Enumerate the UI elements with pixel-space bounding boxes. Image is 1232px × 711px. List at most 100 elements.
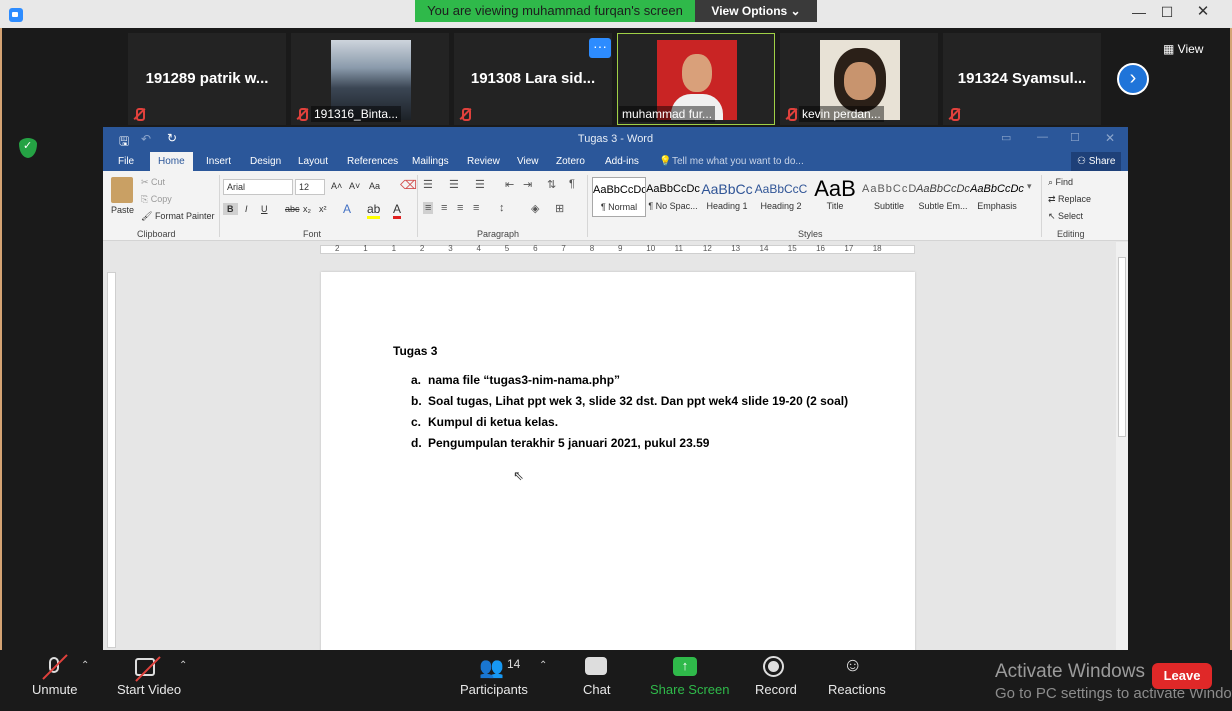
style-heading-2[interactable]: AaBbCcC Heading 2 [754,177,808,217]
font-size-select[interactable]: 12 [295,179,325,195]
grow-font-button[interactable]: A˄ [331,181,342,191]
style-normal[interactable]: AaBbCcDc ¶ Normal [592,177,646,217]
muted-microphone-icon[interactable] [42,656,66,680]
word-maximize-icon[interactable]: ☐ [1070,131,1080,144]
share-screen-icon[interactable]: ↑ [673,657,697,676]
chat-icon[interactable] [585,657,607,675]
record-icon[interactable] [763,656,784,677]
subscript-button[interactable]: x₂ [303,204,311,214]
ruler-tick-label: 16 [816,244,825,253]
align-center-icon[interactable]: ≡ [441,202,447,214]
record-button[interactable]: Record [755,682,797,697]
cut-button[interactable]: ✂ Cut [141,177,165,188]
horizontal-ruler[interactable]: 2 1 1 2 3 4 5 6 7 8 9 10 11 12 13 14 15 16 17 18 [103,242,1128,256]
video-off-icon[interactable] [135,658,161,678]
tab-home[interactable]: Home [150,152,193,171]
styles-more-icon[interactable]: ▾ [1027,181,1032,192]
italic-button[interactable]: I [245,204,248,214]
tab-design[interactable]: Design [250,152,281,171]
copy-button[interactable]: ⎘ Copy [141,194,172,205]
bold-button[interactable]: B [223,203,238,215]
view-button[interactable]: ▦ View [1163,42,1215,60]
tab-insert[interactable]: Insert [206,152,231,171]
ribbon-display-icon[interactable]: ▭ [1001,131,1011,144]
scrollbar-thumb[interactable] [1118,257,1126,437]
start-video-button[interactable]: Start Video [117,682,181,697]
mic-slash [42,656,66,680]
multilevel-list-icon[interactable]: ☰ [475,178,485,191]
share-screen-button[interactable]: Share Screen [650,682,730,697]
font-name-select[interactable]: Arial [223,179,293,195]
vertical-ruler[interactable] [107,272,116,648]
shading-icon[interactable]: ◈ [531,202,539,215]
view-options-button[interactable]: View Options ⌄ [695,0,817,22]
chat-button[interactable]: Chat [583,682,610,697]
style-heading-1[interactable]: AaBbCc Heading 1 [700,177,754,217]
participants-icon[interactable]: 👥 [479,655,504,680]
next-page-button[interactable]: › [1117,63,1149,95]
word-close-icon[interactable]: ✕ [1105,131,1115,145]
maximize-button[interactable]: ☐ [1150,0,1184,26]
pilcrow-icon[interactable]: ¶ [569,178,575,190]
tab-layout[interactable]: Layout [298,152,328,171]
word-window: 🖫 ↶ ↻ Tugas 3 - Word ▭ — ☐ ✕ File Home I… [103,127,1128,650]
align-left-icon[interactable]: ≡ [423,202,434,214]
word-minimize-icon[interactable]: — [1037,131,1048,143]
find-button[interactable]: ⌕ Find [1048,177,1073,188]
clear-formatting-icon[interactable]: ⌫ [400,178,417,192]
tab-zotero[interactable]: Zotero [556,152,585,171]
tab-file[interactable]: File [118,152,134,171]
align-right-icon[interactable]: ≡ [457,202,463,214]
style-no-spacing[interactable]: AaBbCcDc ¶ No Spac... [646,177,700,217]
replace-button[interactable]: ⇄ Replace [1048,194,1091,205]
increase-indent-icon[interactable]: ⇥ [523,178,532,191]
numbering-icon[interactable]: ☰ [449,178,459,191]
video-options-caret-icon[interactable]: ⌃ [179,660,187,671]
font-color-icon[interactable]: A [393,202,402,219]
tab-review[interactable]: Review [467,152,500,171]
close-button[interactable]: ✕ [1186,0,1220,26]
tab-view[interactable]: View [517,152,539,171]
tab-references[interactable]: References [347,152,398,171]
document-page[interactable]: Tugas 3 a. nama file “tugas3-nim-nama.ph… [321,272,915,650]
bullets-icon[interactable]: ☰ [423,178,433,191]
underline-button[interactable]: U [261,204,268,214]
line-spacing-icon[interactable]: ↕ [499,202,505,214]
strikethrough-button[interactable]: abc [285,204,300,214]
more-options-button[interactable]: ··· [589,38,611,58]
text-effects-icon[interactable]: A [343,202,351,216]
sort-icon[interactable]: ⇅ [547,178,556,191]
unmute-button[interactable]: Unmute [32,682,78,697]
audio-options-caret-icon[interactable]: ⌃ [81,660,89,671]
share-button[interactable]: ⚇ Share [1071,152,1122,171]
justify-icon[interactable]: ≡ [473,202,479,214]
borders-icon[interactable]: ⊞ [555,202,564,215]
change-case-button[interactable]: Aa [369,181,380,191]
document-title: Tugas 3 - Word [577,133,654,145]
superscript-button[interactable]: x² [319,204,327,214]
participants-caret-icon[interactable]: ⌃ [539,660,547,671]
list-item: Pengumpulan terakhir 5 januari 2021, puk… [428,436,710,450]
style-title[interactable]: AaB Title [808,177,862,217]
style-subtitle[interactable]: AaBbCcD Subtitle [862,177,916,217]
tab-add-ins[interactable]: Add-ins [605,152,639,171]
participants-button[interactable]: Participants [460,682,528,697]
style-emphasis[interactable]: AaBbCcDc Emphasis [970,177,1024,217]
record-dot [768,661,779,672]
decrease-indent-icon[interactable]: ⇤ [505,178,514,191]
leave-button[interactable]: Leave [1152,663,1212,689]
format-painter-button[interactable]: 🖌 Format Painter [141,211,214,222]
zoom-titlebar: You are viewing muhammad furqan's screen… [0,0,1232,28]
style-subtle-emphasis[interactable]: AaBbCcDc Subtle Em... [916,177,970,217]
reactions-icon[interactable]: ☺ [843,655,862,677]
paste-icon[interactable] [111,177,133,203]
ruler-tick-label: 12 [702,244,712,253]
select-button[interactable]: ↖ Select [1048,211,1083,222]
paste-button[interactable]: Paste [111,205,134,215]
shrink-font-button[interactable]: A˅ [349,181,360,191]
reactions-button[interactable]: Reactions [828,682,886,697]
highlight-icon[interactable]: ab [367,202,381,219]
participant-name: 191289 patrik w... [145,70,269,87]
tell-me-input[interactable]: Tell me what you want to do... [672,152,804,171]
tab-mailings[interactable]: Mailings [412,152,449,171]
